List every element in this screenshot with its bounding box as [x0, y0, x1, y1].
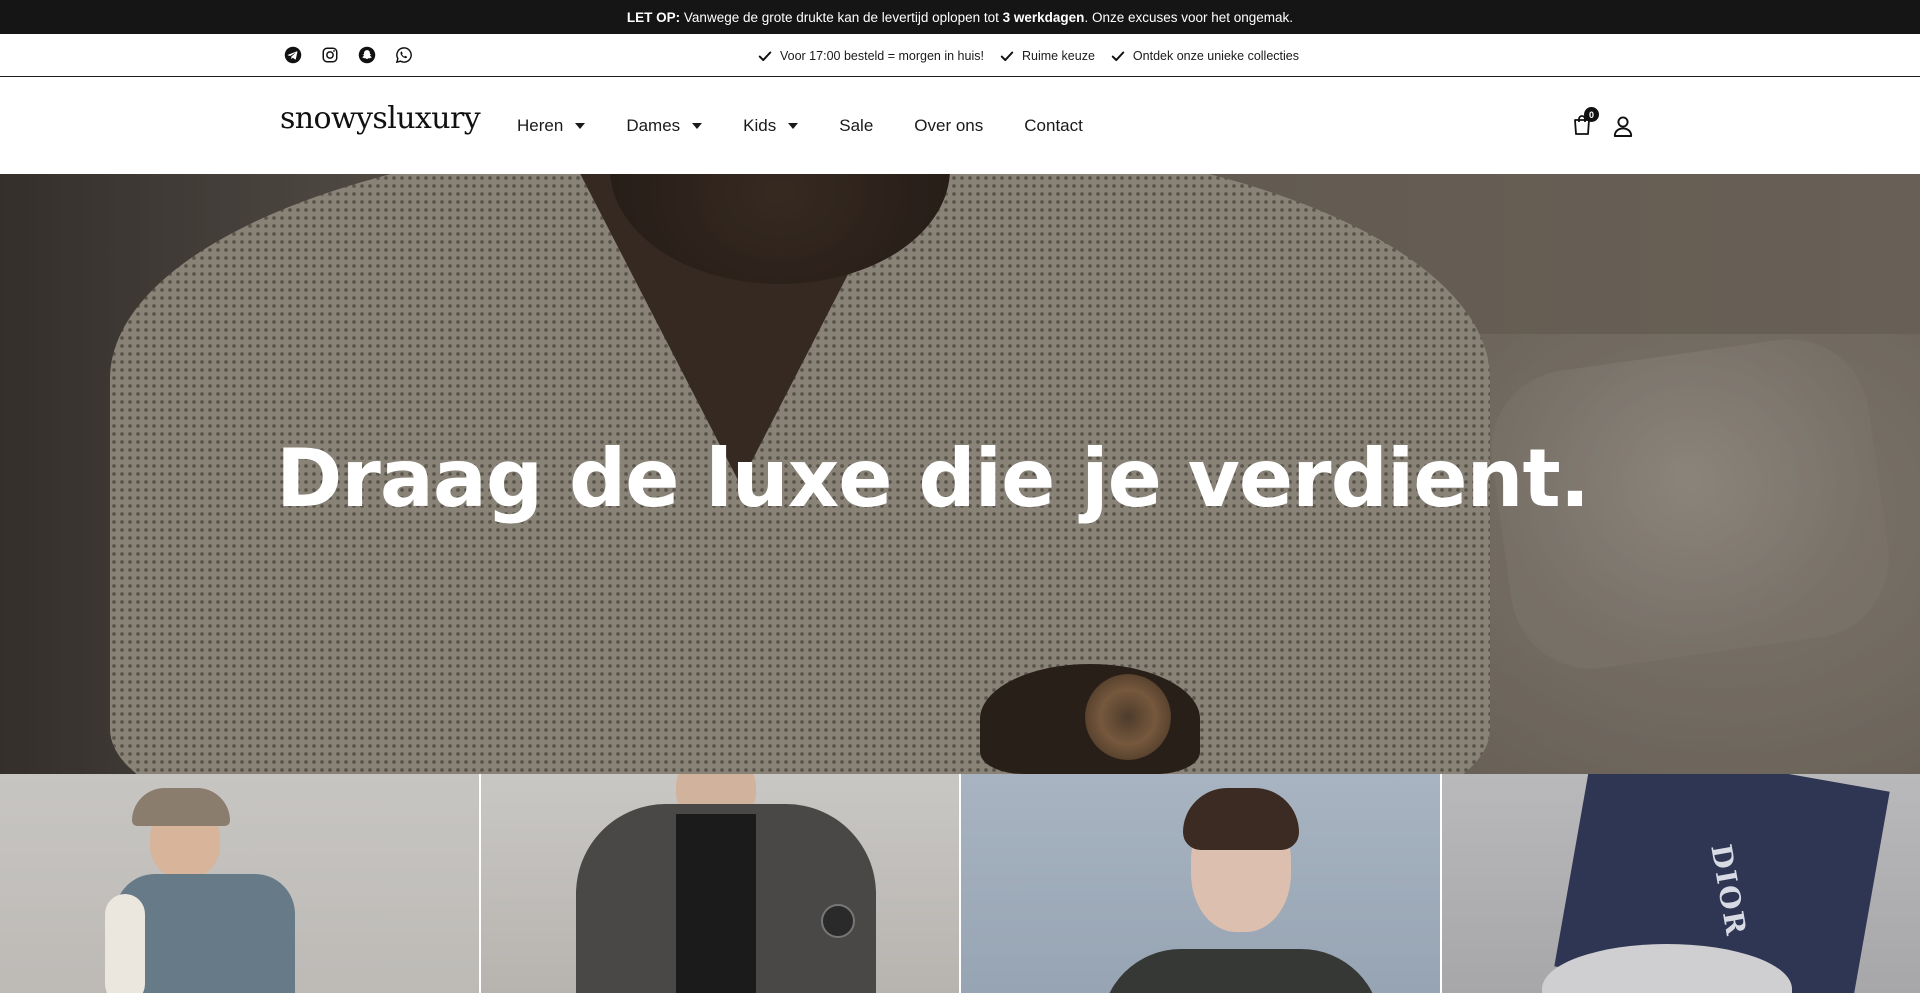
cap-image — [132, 788, 230, 826]
hair-image — [1183, 788, 1299, 850]
nav-item-contact[interactable]: Contact — [1024, 116, 1083, 136]
sweater-image — [1101, 949, 1381, 993]
usp-bar: Voor 17:00 besteld = morgen in huis! Rui… — [0, 34, 1920, 77]
nav-item-sale[interactable]: Sale — [839, 116, 873, 136]
announcement-text-after: . Onze excuses voor het ongemak. — [1084, 9, 1294, 25]
snapchat-icon[interactable] — [358, 46, 376, 64]
check-icon — [758, 51, 772, 61]
announcement-prefix: LET OP: — [626, 9, 681, 25]
nav-label: Contact — [1024, 115, 1083, 135]
check-icon — [1111, 51, 1125, 61]
nav-label: Heren — [517, 115, 564, 135]
nav-label: Over ons — [914, 115, 984, 135]
hero-banner: Draag de luxe die je verdient. — [0, 174, 1920, 774]
usp-label: Voor 17:00 besteld = morgen in huis! — [780, 48, 984, 63]
announcement-text-before: Vanwege de grote drukte kan de levertijd… — [680, 9, 1003, 25]
caret-down-icon — [788, 122, 799, 129]
hero-title: Draag de luxe die je verdient. — [276, 432, 1590, 525]
usp-item: Voor 17:00 besteld = morgen in huis! — [758, 49, 984, 63]
cart-count-badge: 0 — [1584, 107, 1599, 122]
announcement-highlight: 3 werkdagen — [1002, 9, 1085, 25]
usp-list: Voor 17:00 besteld = morgen in huis! Rui… — [758, 34, 1299, 77]
announcement-bar: LET OP: Vanwege de grote drukte kan de l… — [0, 0, 1920, 34]
tile-puffer-vest[interactable] — [0, 774, 479, 993]
social-links — [284, 46, 413, 64]
category-tiles: DIOR — [0, 774, 1920, 993]
nav-label: Kids — [743, 115, 777, 135]
main-nav: Heren Dames Kids Sale Over ons Contact — [517, 77, 1124, 174]
badge-image — [820, 904, 855, 938]
nav-label: Sale — [839, 115, 874, 135]
sleeve-image — [105, 894, 145, 993]
account-icon[interactable] — [1613, 115, 1633, 137]
tile-down-jacket[interactable] — [480, 774, 959, 993]
site-logo[interactable]: snowysluxury — [280, 101, 481, 136]
site-header: snowysluxury Heren Dames Kids Sale Over … — [0, 77, 1920, 174]
tile-dior-sneaker[interactable]: DIOR — [1441, 774, 1920, 993]
nav-label: Dames — [626, 115, 681, 135]
usp-label: Ruime keuze — [1021, 48, 1095, 63]
telegram-icon[interactable] — [284, 46, 302, 64]
whatsapp-icon[interactable] — [395, 46, 413, 64]
check-icon — [1000, 51, 1014, 61]
jacket-opening — [675, 814, 756, 993]
nav-item-heren[interactable]: Heren — [517, 115, 586, 136]
tile-knit-sweater[interactable] — [961, 774, 1440, 993]
caret-down-icon — [575, 122, 586, 129]
usp-label: Ontdek onze unieke collecties — [1132, 48, 1299, 63]
caret-down-icon — [692, 122, 703, 129]
usp-item: Ontdek onze unieke collecties — [1111, 49, 1299, 63]
instagram-icon[interactable] — [321, 46, 339, 64]
nav-item-kids[interactable]: Kids — [743, 115, 799, 136]
nav-item-dames[interactable]: Dames — [626, 115, 703, 136]
usp-item: Ruime keuze — [1000, 49, 1095, 63]
nav-item-over-ons[interactable]: Over ons — [914, 116, 983, 136]
